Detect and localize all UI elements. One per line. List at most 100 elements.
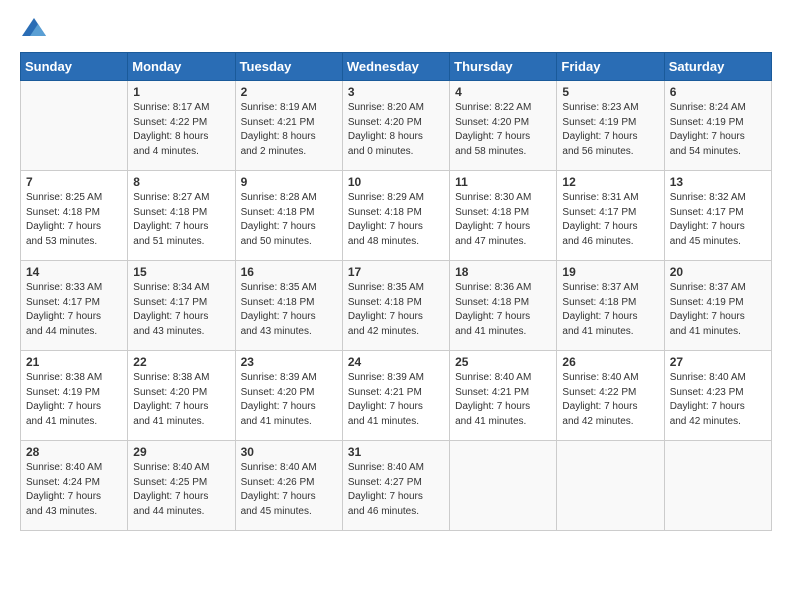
cell-info: Sunrise: 8:27 AMSunset: 4:18 PMDaylight:… [133, 191, 229, 249]
cell-info: Sunrise: 8:19 AMSunset: 4:21 PMDaylight:… [241, 101, 337, 159]
day-number: 17 [348, 265, 444, 279]
day-number: 16 [241, 265, 337, 279]
cell-info: Sunrise: 8:38 AMSunset: 4:20 PMDaylight:… [133, 371, 229, 429]
day-header-thursday: Thursday [450, 53, 557, 81]
cell-info: Sunrise: 8:17 AMSunset: 4:22 PMDaylight:… [133, 101, 229, 159]
calendar-cell: 20 Sunrise: 8:37 AMSunset: 4:19 PMDayligh… [664, 261, 771, 351]
cell-info: Sunrise: 8:36 AMSunset: 4:18 PMDaylight:… [455, 281, 551, 339]
day-number: 20 [670, 265, 766, 279]
day-header-monday: Monday [128, 53, 235, 81]
day-number: 15 [133, 265, 229, 279]
calendar-cell: 17 Sunrise: 8:35 AMSunset: 4:18 PMDayligh… [342, 261, 449, 351]
day-number: 21 [26, 355, 122, 369]
day-number: 28 [26, 445, 122, 459]
calendar-week-2: 7Sunrise: 8:25 AMSunset: 4:18 PMDaylight… [21, 171, 772, 261]
day-number: 22 [133, 355, 229, 369]
day-number: 4 [455, 85, 551, 99]
cell-info: Sunrise: 8:37 AMSunset: 4:18 PMDaylight:… [562, 281, 658, 339]
calendar-cell [450, 441, 557, 531]
calendar-cell: 15 Sunrise: 8:34 AMSunset: 4:17 PMDayligh… [128, 261, 235, 351]
calendar-cell: 31 Sunrise: 8:40 AMSunset: 4:27 PMDayligh… [342, 441, 449, 531]
day-number: 26 [562, 355, 658, 369]
calendar-cell [21, 81, 128, 171]
cell-info: Sunrise: 8:35 AMSunset: 4:18 PMDaylight:… [241, 281, 337, 339]
day-number: 27 [670, 355, 766, 369]
calendar-cell: 23Sunrise: 8:39 AMSunset: 4:20 PMDayligh… [235, 351, 342, 441]
cell-info: Sunrise: 8:23 AMSunset: 4:19 PMDaylight:… [562, 101, 658, 159]
calendar-cell: 3 Sunrise: 8:20 AMSunset: 4:20 PMDaylight… [342, 81, 449, 171]
day-number: 14 [26, 265, 122, 279]
calendar-cell: 7Sunrise: 8:25 AMSunset: 4:18 PMDaylight… [21, 171, 128, 261]
calendar-cell: 29 Sunrise: 8:40 AMSunset: 4:25 PMDayligh… [128, 441, 235, 531]
calendar-week-5: 28Sunrise: 8:40 AMSunset: 4:24 PMDayligh… [21, 441, 772, 531]
day-number: 9 [241, 175, 337, 189]
cell-info: Sunrise: 8:39 AMSunset: 4:21 PMDaylight:… [348, 371, 444, 429]
calendar-week-1: 1 Sunrise: 8:17 AMSunset: 4:22 PMDaylight… [21, 81, 772, 171]
calendar-cell [557, 441, 664, 531]
cell-info: Sunrise: 8:32 AMSunset: 4:17 PMDaylight:… [670, 191, 766, 249]
cell-info: Sunrise: 8:22 AMSunset: 4:20 PMDaylight:… [455, 101, 551, 159]
calendar-cell: 27 Sunrise: 8:40 AMSunset: 4:23 PMDayligh… [664, 351, 771, 441]
day-header-wednesday: Wednesday [342, 53, 449, 81]
day-number: 11 [455, 175, 551, 189]
day-number: 19 [562, 265, 658, 279]
day-number: 29 [133, 445, 229, 459]
calendar-cell: 25 Sunrise: 8:40 AMSunset: 4:21 PMDayligh… [450, 351, 557, 441]
cell-info: Sunrise: 8:37 AMSunset: 4:19 PMDaylight:… [670, 281, 766, 339]
calendar-cell: 11 Sunrise: 8:30 AMSunset: 4:18 PMDayligh… [450, 171, 557, 261]
day-number: 7 [26, 175, 122, 189]
calendar-cell: 26 Sunrise: 8:40 AMSunset: 4:22 PMDayligh… [557, 351, 664, 441]
day-number: 10 [348, 175, 444, 189]
cell-info: Sunrise: 8:40 AMSunset: 4:25 PMDaylight:… [133, 461, 229, 519]
calendar-cell: 2 Sunrise: 8:19 AMSunset: 4:21 PMDaylight… [235, 81, 342, 171]
day-number: 31 [348, 445, 444, 459]
cell-info: Sunrise: 8:39 AMSunset: 4:20 PMDaylight:… [241, 371, 337, 429]
day-number: 18 [455, 265, 551, 279]
cell-info: Sunrise: 8:20 AMSunset: 4:20 PMDaylight:… [348, 101, 444, 159]
calendar-cell: 14 Sunrise: 8:33 AMSunset: 4:17 PMDayligh… [21, 261, 128, 351]
day-number: 25 [455, 355, 551, 369]
calendar-cell: 16 Sunrise: 8:35 AMSunset: 4:18 PMDayligh… [235, 261, 342, 351]
cell-info: Sunrise: 8:40 AMSunset: 4:23 PMDaylight:… [670, 371, 766, 429]
day-header-saturday: Saturday [664, 53, 771, 81]
logo [20, 16, 52, 40]
day-number: 6 [670, 85, 766, 99]
cell-info: Sunrise: 8:31 AMSunset: 4:17 PMDaylight:… [562, 191, 658, 249]
cell-info: Sunrise: 8:29 AMSunset: 4:18 PMDaylight:… [348, 191, 444, 249]
calendar-cell: 9Sunrise: 8:28 AMSunset: 4:18 PMDaylight… [235, 171, 342, 261]
calendar-cell: 19 Sunrise: 8:37 AMSunset: 4:18 PMDayligh… [557, 261, 664, 351]
calendar-cell: 5Sunrise: 8:23 AMSunset: 4:19 PMDaylight… [557, 81, 664, 171]
calendar-week-4: 21 Sunrise: 8:38 AMSunset: 4:19 PMDayligh… [21, 351, 772, 441]
cell-info: Sunrise: 8:24 AMSunset: 4:19 PMDaylight:… [670, 101, 766, 159]
calendar-cell: 18 Sunrise: 8:36 AMSunset: 4:18 PMDayligh… [450, 261, 557, 351]
calendar-cell: 24Sunrise: 8:39 AMSunset: 4:21 PMDayligh… [342, 351, 449, 441]
day-number: 1 [133, 85, 229, 99]
cell-info: Sunrise: 8:35 AMSunset: 4:18 PMDaylight:… [348, 281, 444, 339]
cell-info: Sunrise: 8:33 AMSunset: 4:17 PMDaylight:… [26, 281, 122, 339]
cell-info: Sunrise: 8:40 AMSunset: 4:21 PMDaylight:… [455, 371, 551, 429]
calendar-cell: 1 Sunrise: 8:17 AMSunset: 4:22 PMDaylight… [128, 81, 235, 171]
cell-info: Sunrise: 8:40 AMSunset: 4:22 PMDaylight:… [562, 371, 658, 429]
calendar-cell: 22 Sunrise: 8:38 AMSunset: 4:20 PMDayligh… [128, 351, 235, 441]
cell-info: Sunrise: 8:34 AMSunset: 4:17 PMDaylight:… [133, 281, 229, 339]
calendar-header-row: SundayMondayTuesdayWednesdayThursdayFrid… [21, 53, 772, 81]
day-header-tuesday: Tuesday [235, 53, 342, 81]
cell-info: Sunrise: 8:38 AMSunset: 4:19 PMDaylight:… [26, 371, 122, 429]
day-number: 2 [241, 85, 337, 99]
day-header-friday: Friday [557, 53, 664, 81]
calendar-cell [664, 441, 771, 531]
day-number: 12 [562, 175, 658, 189]
day-header-sunday: Sunday [21, 53, 128, 81]
day-number: 3 [348, 85, 444, 99]
calendar-table: SundayMondayTuesdayWednesdayThursdayFrid… [20, 52, 772, 531]
calendar-cell: 4 Sunrise: 8:22 AMSunset: 4:20 PMDaylight… [450, 81, 557, 171]
cell-info: Sunrise: 8:30 AMSunset: 4:18 PMDaylight:… [455, 191, 551, 249]
calendar-cell: 21 Sunrise: 8:38 AMSunset: 4:19 PMDayligh… [21, 351, 128, 441]
day-number: 30 [241, 445, 337, 459]
logo-icon [20, 16, 48, 40]
page-header [20, 16, 772, 40]
cell-info: Sunrise: 8:40 AMSunset: 4:27 PMDaylight:… [348, 461, 444, 519]
calendar-cell: 12 Sunrise: 8:31 AMSunset: 4:17 PMDayligh… [557, 171, 664, 261]
calendar-cell: 30Sunrise: 8:40 AMSunset: 4:26 PMDayligh… [235, 441, 342, 531]
calendar-cell: 8Sunrise: 8:27 AMSunset: 4:18 PMDaylight… [128, 171, 235, 261]
